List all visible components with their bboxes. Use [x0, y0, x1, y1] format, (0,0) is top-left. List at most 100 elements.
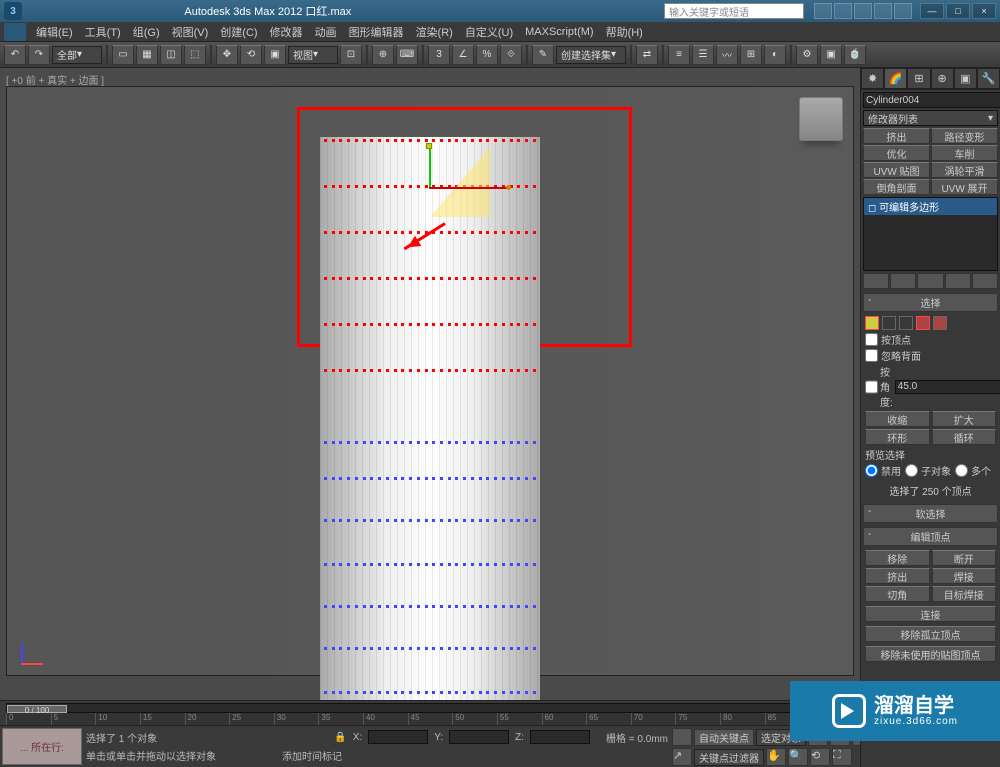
preview-subobj-radio[interactable]: 子对象	[905, 463, 951, 478]
make-unique-button[interactable]	[917, 273, 943, 289]
grow-button[interactable]: 扩大	[932, 411, 997, 427]
pin-stack-button[interactable]	[863, 273, 889, 289]
rollout-selection-header[interactable]: 选择	[863, 293, 998, 312]
scale-button[interactable]: ▣	[264, 45, 286, 65]
material-editor-button[interactable]: ◐	[764, 45, 786, 65]
manipulate-button[interactable]: ⊕	[372, 45, 394, 65]
spinner-snap-button[interactable]: ⟐	[500, 45, 522, 65]
connect-button[interactable]: 连接	[865, 606, 996, 622]
mirror-button[interactable]: ⇄	[636, 45, 658, 65]
by-angle-input[interactable]	[895, 380, 1000, 394]
angle-snap-button[interactable]: ∠	[452, 45, 474, 65]
menu-grapheditors[interactable]: 图形编辑器	[343, 24, 410, 40]
time-slider[interactable]: 0 / 100 05101520253035404550556065707580…	[0, 700, 860, 725]
menu-views[interactable]: 视图(V)	[166, 24, 215, 40]
select-button[interactable]: ▭	[112, 45, 134, 65]
ignore-backfacing-checkbox[interactable]: 忽略背面	[865, 348, 996, 363]
viewport[interactable]	[6, 86, 854, 676]
x-input[interactable]	[368, 730, 428, 744]
menu-modifiers[interactable]: 修改器	[264, 24, 309, 40]
curve-editor-button[interactable]: 〰	[716, 45, 738, 65]
selection-filter-dropdown[interactable]: 全部 ▾	[52, 46, 102, 64]
select-region-button[interactable]: ◫	[160, 45, 182, 65]
select-name-button[interactable]: ▦	[136, 45, 158, 65]
remove-isolated-button[interactable]: 移除孤立顶点	[865, 626, 996, 642]
stack-item-editable-poly[interactable]: ◻ 可编辑多边形	[864, 198, 997, 215]
mod-uvwunwrap[interactable]: UVW 展开	[931, 179, 998, 195]
tab-utilities[interactable]: 🔧	[977, 68, 1000, 89]
rotate-button[interactable]: ⟲	[240, 45, 262, 65]
tab-hierarchy[interactable]: ⊞	[907, 68, 930, 89]
rollout-edit-vertices-header[interactable]: 编辑顶点	[863, 527, 998, 546]
move-button[interactable]: ✥	[216, 45, 238, 65]
by-angle-checkbox[interactable]	[865, 380, 878, 394]
mod-bevelprofile[interactable]: 倒角剖面	[863, 179, 930, 195]
remove-unused-map-button[interactable]: 移除未使用的贴图顶点	[865, 646, 996, 662]
autokey-button[interactable]: 自动关键点	[694, 729, 754, 746]
tab-create[interactable]: ✸	[861, 68, 884, 89]
mod-turbosmooth[interactable]: 涡轮平滑	[931, 162, 998, 178]
time-handle[interactable]: 0 / 100	[7, 705, 67, 713]
mod-lathe[interactable]: 车削	[931, 145, 998, 161]
app-logo[interactable]: 3	[4, 2, 22, 20]
keyfilter-button[interactable]: 关键点过滤器	[694, 749, 764, 766]
chamfer-vertex-button[interactable]: 切角	[865, 586, 930, 602]
menu-customize[interactable]: 自定义(U)	[459, 24, 519, 40]
subobj-border-icon[interactable]	[899, 316, 913, 330]
shrink-button[interactable]: 收缩	[865, 411, 930, 427]
remove-modifier-button[interactable]	[945, 273, 971, 289]
configure-sets-button[interactable]	[972, 273, 998, 289]
help-search-input[interactable]: 输入关键字或短语	[664, 3, 804, 19]
menu-edit[interactable]: 编辑(E)	[30, 24, 79, 40]
render-setup-button[interactable]: ⚙	[796, 45, 818, 65]
menu-rendering[interactable]: 渲染(R)	[410, 24, 459, 40]
maxscript-mini-listener[interactable]: ... 所在行:	[2, 728, 82, 765]
menu-create[interactable]: 创建(C)	[214, 24, 263, 40]
menu-maxscript[interactable]: MAXScript(M)	[519, 26, 599, 38]
viewport-label[interactable]: [ +0 前 + 真实 + 边面 ]	[6, 72, 104, 87]
mod-uvwmap[interactable]: UVW 贴图	[863, 162, 930, 178]
subobj-vertex-icon[interactable]	[865, 316, 879, 330]
maximize-button[interactable]: □	[946, 3, 970, 19]
nav-max-button[interactable]: ⛶	[832, 748, 852, 766]
ref-coord-dropdown[interactable]: 视图 ▾	[288, 46, 338, 64]
tab-display[interactable]: ▣	[954, 68, 977, 89]
break-vertex-button[interactable]: 断开	[932, 550, 997, 566]
minimize-button[interactable]: —	[920, 3, 944, 19]
menu-group[interactable]: 组(G)	[127, 24, 166, 40]
render-button[interactable]: 🍵	[844, 45, 866, 65]
subobj-element-icon[interactable]	[933, 316, 947, 330]
pivot-button[interactable]: ⊡	[340, 45, 362, 65]
rollout-soft-header[interactable]: 软选择	[863, 504, 998, 523]
subobj-polygon-icon[interactable]	[916, 316, 930, 330]
tab-motion[interactable]: ⊕	[931, 68, 954, 89]
redo-button[interactable]: ↷	[28, 45, 50, 65]
menu-tools[interactable]: 工具(T)	[79, 24, 127, 40]
snap-button[interactable]: 3	[428, 45, 450, 65]
menu-help[interactable]: 帮助(H)	[600, 24, 649, 40]
modifier-stack[interactable]: ◻ 可编辑多边形	[863, 197, 998, 271]
isolate-button[interactable]	[672, 728, 692, 746]
schematic-button[interactable]: ⊞	[740, 45, 762, 65]
key-mode-button[interactable]: ↗	[672, 748, 692, 766]
layers-button[interactable]: ☰	[692, 45, 714, 65]
infocenter-icon[interactable]	[814, 3, 832, 19]
window-crossing-button[interactable]: ⬚	[184, 45, 206, 65]
add-time-tag[interactable]: 添加时间标记	[282, 748, 342, 763]
align-button[interactable]: ≡	[668, 45, 690, 65]
tab-modify[interactable]: 🌈	[884, 68, 907, 89]
object-name-input[interactable]	[863, 92, 1000, 108]
close-button[interactable]: ×	[972, 3, 996, 19]
weld-vertex-button[interactable]: 焊接	[932, 568, 997, 584]
ring-button[interactable]: 环形	[865, 429, 930, 445]
model-cylinder[interactable]	[315, 137, 545, 759]
mod-pathdeform[interactable]: 路径变形	[931, 128, 998, 144]
modifier-list-dropdown[interactable]: 修改器列表▾	[863, 110, 998, 126]
star-icon[interactable]	[834, 3, 852, 19]
z-input[interactable]	[530, 730, 590, 744]
by-vertex-checkbox[interactable]: 按顶点	[865, 332, 996, 347]
named-sel-dropdown[interactable]: 创建选择集 ▾	[556, 46, 626, 64]
undo-button[interactable]: ↶	[4, 45, 26, 65]
remove-vertex-button[interactable]: 移除	[865, 550, 930, 566]
keyboard-shortcut-button[interactable]: ⌨	[396, 45, 418, 65]
